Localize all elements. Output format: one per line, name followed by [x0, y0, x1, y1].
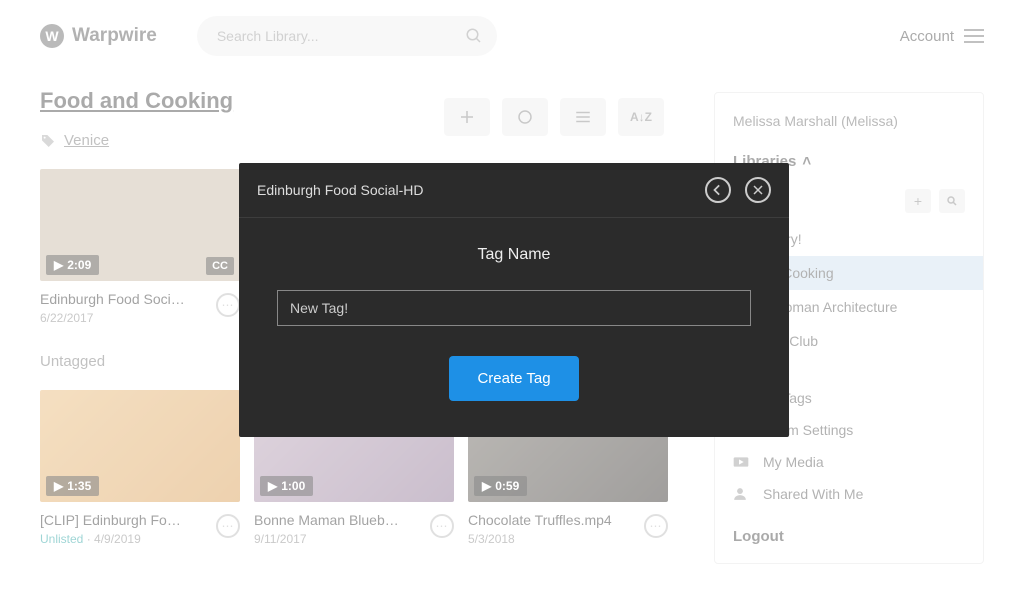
close-button[interactable]	[745, 177, 771, 203]
create-tag-button[interactable]: Create Tag	[449, 356, 578, 401]
back-button[interactable]	[705, 177, 731, 203]
tag-name-label: Tag Name	[277, 246, 751, 264]
modal-title: Edinburgh Food Social-HD	[257, 182, 705, 198]
tag-name-input[interactable]	[277, 290, 751, 326]
create-tag-modal: Edinburgh Food Social-HD Tag Name Create…	[239, 163, 789, 437]
